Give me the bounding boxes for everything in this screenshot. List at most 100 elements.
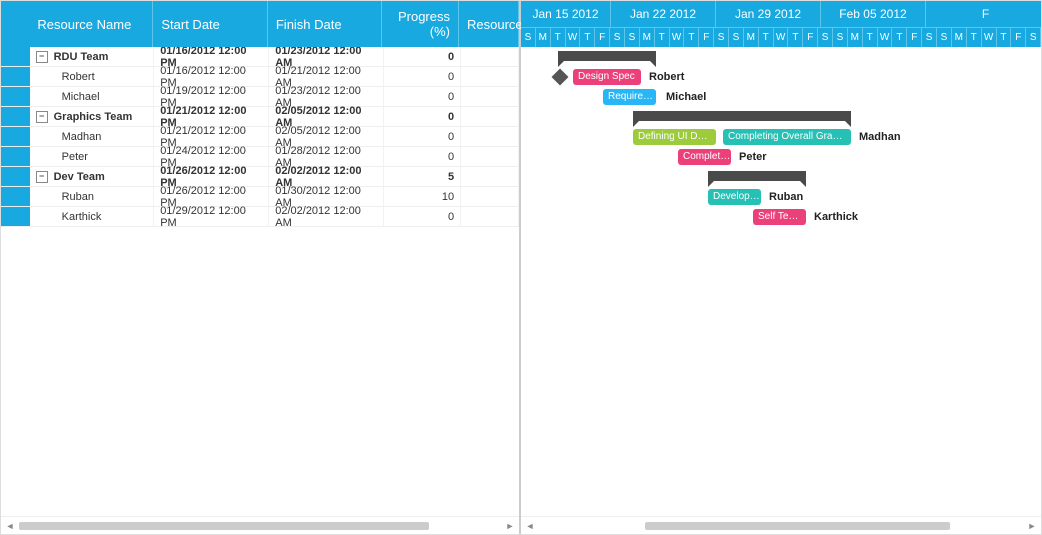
scroll-right-icon[interactable]: ► bbox=[1027, 521, 1037, 531]
cell-progress[interactable]: 0 bbox=[384, 107, 461, 126]
cell-start-date[interactable]: 01/26/2012 12:00 PM bbox=[154, 167, 269, 186]
day-header: W bbox=[774, 27, 789, 47]
cell-progress[interactable]: 0 bbox=[384, 67, 461, 86]
day-header: T bbox=[863, 27, 878, 47]
cell-resource[interactable] bbox=[461, 87, 519, 106]
scroll-thumb[interactable] bbox=[645, 522, 950, 530]
cell-finish-date[interactable]: 02/02/2012 12:00 AM bbox=[269, 207, 384, 226]
cell-finish-date[interactable]: 02/02/2012 12:00 AM bbox=[269, 167, 384, 186]
scroll-right-icon[interactable]: ► bbox=[505, 521, 515, 531]
day-header: T bbox=[759, 27, 774, 47]
cell-progress[interactable]: 5 bbox=[384, 167, 461, 186]
task-bar-self-testing[interactable]: Self Testing bbox=[753, 209, 806, 225]
cell-progress[interactable]: 0 bbox=[384, 47, 461, 66]
task-bar-design-spec[interactable]: Design Spec bbox=[573, 69, 641, 85]
cell-name: Peter bbox=[62, 151, 88, 163]
col-header-start-date[interactable]: Start Date bbox=[153, 1, 268, 47]
cell-start-date[interactable]: 01/16/2012 12:00 PM bbox=[154, 47, 269, 66]
cell-progress[interactable]: 0 bbox=[384, 87, 461, 106]
cell-start-date[interactable]: 01/24/2012 12:00 PM bbox=[154, 147, 269, 166]
cell-resource-name[interactable]: Robert bbox=[30, 67, 155, 86]
cell-start-date[interactable]: 01/29/2012 12:00 PM bbox=[154, 207, 269, 226]
scroll-track[interactable] bbox=[19, 522, 501, 530]
cell-resource-name[interactable]: Madhan bbox=[30, 127, 155, 146]
gantt-control: Resource Name Start Date Finish Date Pro… bbox=[0, 0, 1042, 535]
col-header-progress[interactable]: Progress (%) bbox=[382, 1, 459, 47]
summary-bar-graphics[interactable] bbox=[633, 111, 851, 121]
cell-progress[interactable]: 0 bbox=[384, 127, 461, 146]
cell-resource-name[interactable]: Peter bbox=[30, 147, 155, 166]
timeline-body[interactable]: Design Spec Robert Requireme... Michael … bbox=[521, 47, 1041, 516]
cell-finish-date[interactable]: 01/30/2012 12:00 AM bbox=[269, 187, 384, 206]
grid-row[interactable]: Karthick01/29/2012 12:00 PM02/02/2012 12… bbox=[1, 207, 519, 227]
row-margin bbox=[1, 107, 30, 126]
task-bar-requirements[interactable]: Requireme... bbox=[603, 89, 656, 105]
summary-bar-rdu[interactable] bbox=[558, 51, 656, 61]
expand-collapse-icon[interactable]: − bbox=[36, 111, 48, 123]
cell-finish-date[interactable]: 01/23/2012 12:00 AM bbox=[269, 87, 384, 106]
expand-collapse-icon[interactable]: − bbox=[36, 171, 48, 183]
cell-resource-name[interactable]: Karthick bbox=[30, 207, 155, 226]
row-margin bbox=[1, 67, 30, 86]
task-bar-completing[interactable]: Completin... bbox=[678, 149, 731, 165]
cell-name: Madhan bbox=[62, 131, 102, 143]
cell-resource-name[interactable]: Michael bbox=[30, 87, 155, 106]
timeline-hscroll[interactable]: ◄ ► bbox=[521, 516, 1041, 534]
cell-resource[interactable] bbox=[461, 147, 519, 166]
cell-finish-date[interactable]: 01/23/2012 12:00 AM bbox=[269, 47, 384, 66]
col-header-finish-date[interactable]: Finish Date bbox=[268, 1, 383, 47]
day-header: M bbox=[952, 27, 967, 47]
cell-resource[interactable] bbox=[461, 187, 519, 206]
task-bar-development[interactable]: Developm... bbox=[708, 189, 761, 205]
cell-resource[interactable] bbox=[461, 127, 519, 146]
cell-resource[interactable] bbox=[461, 207, 519, 226]
cell-resource-name[interactable]: −Dev Team bbox=[30, 167, 155, 186]
grid-hscroll[interactable]: ◄ ► bbox=[1, 516, 519, 534]
scroll-thumb[interactable] bbox=[19, 522, 429, 530]
day-header: W bbox=[670, 27, 685, 47]
day-header: F bbox=[803, 27, 818, 47]
cell-resource-name[interactable]: −Graphics Team bbox=[30, 107, 155, 126]
cell-start-date[interactable]: 01/19/2012 12:00 PM bbox=[154, 87, 269, 106]
row-margin bbox=[1, 167, 30, 186]
cell-progress[interactable]: 10 bbox=[384, 187, 461, 206]
cell-progress[interactable]: 0 bbox=[384, 147, 461, 166]
scroll-left-icon[interactable]: ◄ bbox=[5, 521, 15, 531]
cell-start-date[interactable]: 01/16/2012 12:00 PM bbox=[154, 67, 269, 86]
cell-name: Robert bbox=[62, 71, 95, 83]
day-header: W bbox=[982, 27, 997, 47]
cell-resource[interactable] bbox=[461, 107, 519, 126]
day-header: S bbox=[818, 27, 833, 47]
cell-start-date[interactable]: 01/21/2012 12:00 PM bbox=[154, 127, 269, 146]
task-bar-completing-graphics[interactable]: Completing Overall Graphics desi... bbox=[723, 129, 851, 145]
cell-resource-name[interactable]: Ruban bbox=[30, 187, 155, 206]
cell-finish-date[interactable]: 01/21/2012 12:00 AM bbox=[269, 67, 384, 86]
cell-finish-date[interactable]: 01/28/2012 12:00 AM bbox=[269, 147, 384, 166]
cell-finish-date[interactable]: 02/05/2012 12:00 AM bbox=[269, 107, 384, 126]
cell-resource[interactable] bbox=[461, 47, 519, 66]
cell-start-date[interactable]: 01/21/2012 12:00 PM bbox=[154, 107, 269, 126]
day-header: S bbox=[610, 27, 625, 47]
cell-name: Dev Team bbox=[54, 171, 105, 183]
expand-collapse-icon[interactable]: − bbox=[36, 51, 48, 63]
cell-resource-name[interactable]: −RDU Team bbox=[30, 47, 155, 66]
day-header: T bbox=[655, 27, 670, 47]
cell-start-date[interactable]: 01/26/2012 12:00 PM bbox=[154, 187, 269, 206]
day-header: S bbox=[833, 27, 848, 47]
summary-bar-dev[interactable] bbox=[708, 171, 806, 181]
cell-name: Ruban bbox=[62, 191, 94, 203]
cell-resource[interactable] bbox=[461, 167, 519, 186]
col-header-resource[interactable]: Resource bbox=[459, 1, 519, 47]
cell-finish-date[interactable]: 02/05/2012 12:00 AM bbox=[269, 127, 384, 146]
cell-progress[interactable]: 0 bbox=[384, 207, 461, 226]
scroll-left-icon[interactable]: ◄ bbox=[525, 521, 535, 531]
cell-name: Graphics Team bbox=[54, 111, 133, 123]
cell-name: RDU Team bbox=[54, 51, 109, 63]
day-header: T bbox=[580, 27, 595, 47]
scroll-track[interactable] bbox=[539, 522, 1023, 530]
col-header-resource-name[interactable]: Resource Name bbox=[29, 1, 153, 47]
cell-resource[interactable] bbox=[461, 67, 519, 86]
day-header: F bbox=[907, 27, 922, 47]
task-bar-defining-ui[interactable]: Defining UI De... bbox=[633, 129, 716, 145]
milestone-icon[interactable] bbox=[552, 69, 569, 86]
